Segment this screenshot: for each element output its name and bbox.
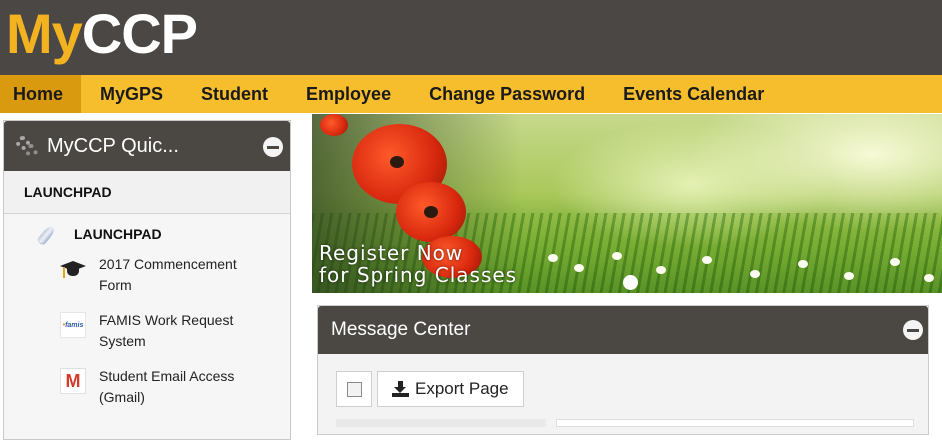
nav-student[interactable]: Student	[182, 75, 287, 113]
banner-caption-line1: Register Now	[319, 241, 464, 265]
message-center-header: Message Center	[318, 306, 928, 354]
message-filter-bar	[336, 419, 546, 427]
quick-link-label: FAMIS Work Request System	[99, 312, 234, 349]
banner-poppy	[396, 182, 466, 242]
quick-link-label: 2017 Commencement Form	[99, 256, 237, 293]
download-icon	[392, 381, 409, 397]
launchpad-subsection[interactable]: LAUNCHPAD	[4, 214, 290, 254]
banner-flower	[702, 256, 712, 264]
gmail-icon: M	[60, 368, 86, 394]
banner-flower	[890, 258, 900, 266]
message-toolbar: Export Page	[336, 371, 524, 407]
nav-change-password[interactable]: Change Password	[410, 75, 604, 113]
collapse-icon[interactable]	[263, 137, 283, 157]
banner-flower	[656, 266, 666, 274]
banner-flower	[548, 254, 558, 262]
nav-events-calendar[interactable]: Events Calendar	[604, 75, 783, 113]
quick-link-famis[interactable]: • famis FAMIS Work Request System	[4, 310, 290, 366]
quick-link-commencement[interactable]: 2017 Commencement Form	[4, 254, 290, 310]
banner-flower	[844, 272, 854, 280]
graduation-cap-icon	[60, 256, 86, 282]
launchpad-section[interactable]: LAUNCHPAD	[4, 171, 290, 214]
myccp-logo[interactable]: My CCP	[6, 2, 198, 65]
quick-link-gmail[interactable]: M Student Email Access (Gmail)	[4, 366, 290, 422]
nav-mygps[interactable]: MyGPS	[81, 75, 182, 113]
nav-employee[interactable]: Employee	[287, 75, 410, 113]
banner-flower	[924, 274, 934, 282]
logo-my: My	[6, 2, 83, 65]
select-all-checkbox[interactable]	[336, 371, 372, 407]
launchpad-subsection-label: LAUNCHPAD	[74, 226, 162, 242]
quick-link-label: Student Email Access (Gmail)	[99, 368, 235, 405]
slider-dot[interactable]	[623, 275, 638, 290]
quick-links-header: MyCCP Quic...	[4, 121, 290, 171]
message-center-panel: Message Center Export Page	[317, 305, 929, 435]
banner-caption-line2: for Spring Classes	[319, 263, 518, 287]
banner-caption: Register Now for Spring Classes	[319, 242, 517, 286]
nav-home[interactable]: Home	[0, 75, 82, 113]
famis-logo-icon: • famis	[60, 312, 86, 338]
main-nav: Home MyGPS Student Employee Change Passw…	[0, 75, 942, 113]
quick-links-panel: MyCCP Quic... LAUNCHPAD LAUNCHPAD 2017 C…	[3, 120, 291, 440]
message-center-title: Message Center	[331, 319, 471, 340]
export-page-button[interactable]: Export Page	[377, 371, 524, 407]
banner-flower	[750, 270, 760, 278]
logo-ccp: CCP	[81, 2, 198, 65]
message-search-bar[interactable]	[556, 419, 914, 427]
banner-flower	[612, 252, 622, 260]
banner-flower	[798, 260, 808, 268]
checkbox-icon	[346, 381, 362, 397]
collapse-icon[interactable]	[903, 320, 923, 340]
quick-links-title: MyCCP Quic...	[47, 134, 179, 157]
promo-banner[interactable]: Register Now for Spring Classes	[312, 114, 942, 293]
banner-flower	[574, 264, 584, 272]
export-page-label: Export Page	[415, 379, 509, 398]
banner-poppy	[320, 114, 348, 136]
rocket-icon	[36, 221, 62, 247]
gears-icon	[16, 134, 40, 158]
site-header: My CCP	[0, 0, 942, 75]
